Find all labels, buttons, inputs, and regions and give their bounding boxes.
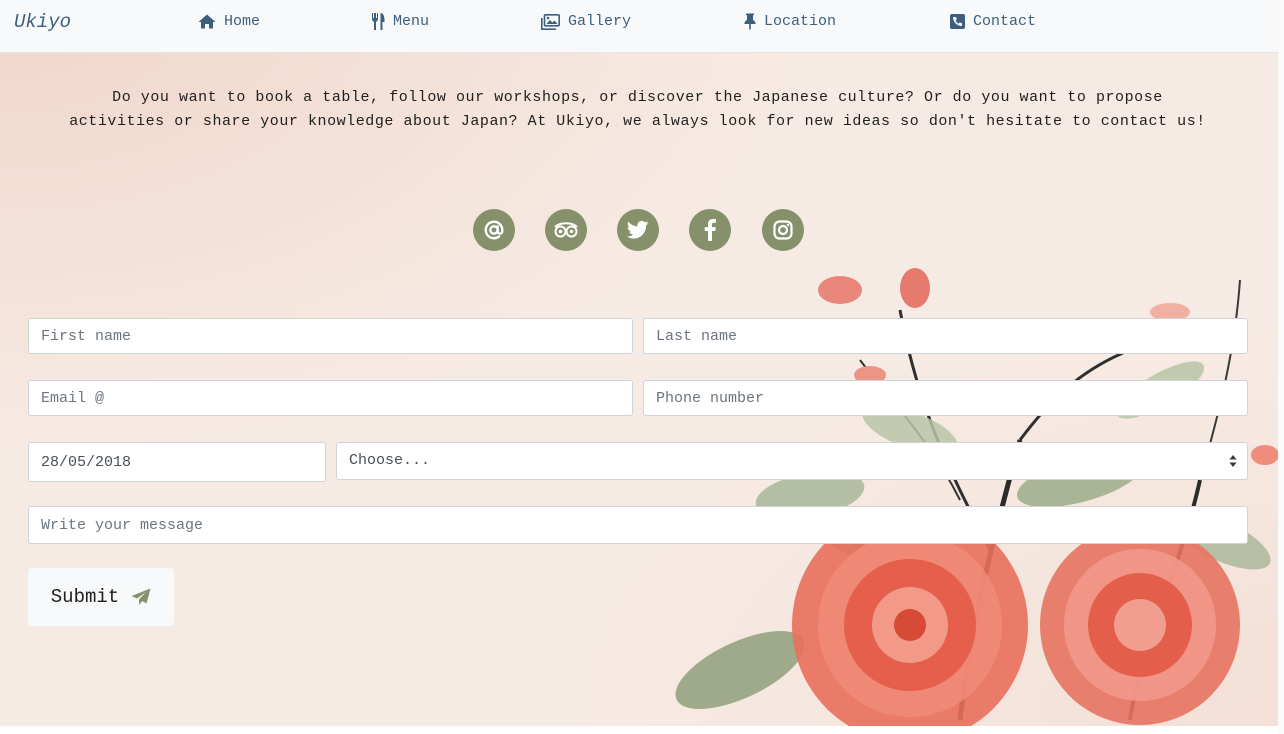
- paper-plane-icon: [131, 588, 151, 605]
- brand-logo-text[interactable]: Ukiyo: [14, 11, 71, 33]
- nav-item-location[interactable]: Location: [744, 13, 836, 30]
- facebook-social-button[interactable]: [689, 209, 731, 251]
- twitter-icon: [627, 220, 649, 239]
- thumbtack-icon: [744, 13, 756, 30]
- email-social-button[interactable]: [473, 209, 515, 251]
- date-input[interactable]: [28, 442, 326, 482]
- instagram-social-button[interactable]: [762, 209, 804, 251]
- submit-button[interactable]: Submit: [28, 568, 174, 626]
- reason-select[interactable]: Choose...: [336, 442, 1248, 480]
- select-arrows-icon: [1229, 455, 1237, 467]
- reason-select-value: Choose...: [349, 452, 431, 469]
- at-icon: [484, 220, 504, 240]
- nav-item-label: Contact: [973, 13, 1037, 30]
- nav-item-home[interactable]: Home: [198, 13, 260, 30]
- twitter-social-button[interactable]: [617, 209, 659, 251]
- top-navbar: Ukiyo Home Menu Gallery Location Contact: [0, 0, 1278, 53]
- home-icon: [198, 14, 216, 29]
- nav-item-label: Home: [224, 13, 261, 30]
- nav-item-gallery[interactable]: Gallery: [541, 13, 631, 30]
- phone-input[interactable]: [643, 380, 1248, 416]
- tripadvisor-social-button[interactable]: [545, 209, 587, 251]
- page-background: Do you want to book a table, follow our …: [0, 0, 1278, 726]
- nav-item-label: Gallery: [568, 13, 632, 30]
- nav-item-label: Menu: [393, 13, 430, 30]
- last-name-input[interactable]: [643, 318, 1248, 354]
- facebook-icon: [704, 219, 716, 241]
- instagram-icon: [773, 220, 793, 240]
- phone-square-icon: [950, 14, 965, 29]
- images-icon: [541, 13, 560, 30]
- nav-item-menu[interactable]: Menu: [371, 13, 429, 30]
- tripadvisor-icon: [554, 222, 578, 238]
- submit-button-label: Submit: [50, 586, 120, 608]
- contact-intro-text: Do you want to book a table, follow our …: [69, 89, 1206, 130]
- scrollbar-track[interactable]: [1278, 0, 1284, 734]
- email-input[interactable]: [28, 380, 633, 416]
- first-name-input[interactable]: [28, 318, 633, 354]
- nav-item-contact[interactable]: Contact: [950, 13, 1036, 30]
- message-input[interactable]: [28, 506, 1248, 544]
- utensils-icon: [372, 13, 385, 30]
- nav-item-label: Location: [764, 13, 837, 30]
